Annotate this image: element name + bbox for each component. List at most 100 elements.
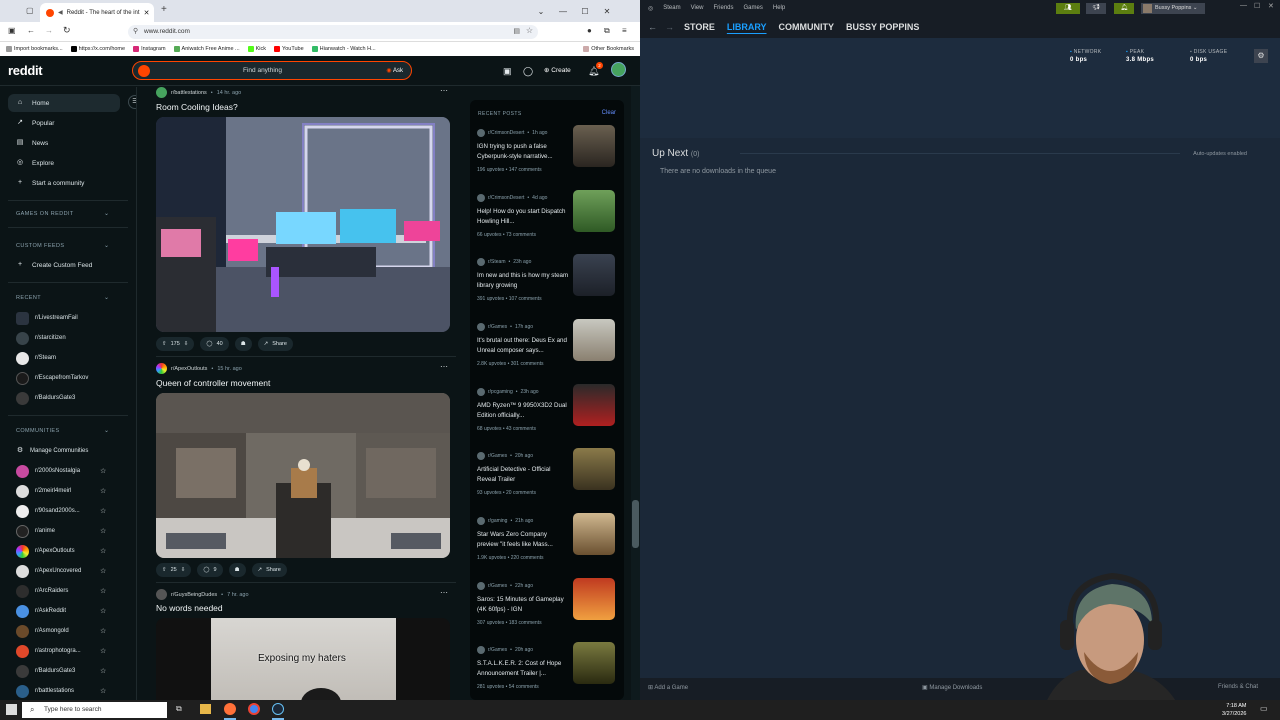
chevron-down-icon[interactable]: ⌄ [530,0,552,22]
chevron-down-icon[interactable]: ⌄ [104,210,109,217]
avatar[interactable] [611,62,626,77]
recent-post-item[interactable]: r/Games • 22h ago Saros: 15 Minutes of Game… [477,578,617,646]
chevron-down-icon[interactable]: ⌄ [104,294,109,301]
sidebar-item-popular[interactable]: ↗ Popular [8,114,120,132]
community-item[interactable]: r/ArcRaiders ☆ [16,583,116,599]
subreddit-avatar[interactable] [156,589,167,600]
settings-gear-icon[interactable]: ⚙ [1254,49,1268,63]
ask-button[interactable]: ◉ Ask [386,67,403,74]
award-button[interactable]: ☗ [228,563,246,577]
close-icon[interactable]: ✕ [1268,2,1274,10]
back-icon[interactable]: ← [648,22,657,32]
star-icon[interactable]: ☆ [100,667,106,675]
star-icon[interactable]: ☆ [100,627,106,635]
recent-header[interactable]: RECENT [16,295,41,301]
maximize-icon[interactable]: ☐ [1254,2,1260,10]
reddit-logo[interactable]: reddit [8,63,43,78]
subreddit-avatar[interactable] [156,363,167,374]
browser-tab[interactable]: ◀ Reddit - The heart of the int ✕ [40,3,154,22]
community-item[interactable]: r/anime ☆ [16,523,116,539]
community-item[interactable]: r/ApexUncovered ☆ [16,563,116,579]
system-clock[interactable]: 7:18 AM 3/27/2026 [1222,702,1246,718]
notification-icon[interactable]: 🔔︎ [1114,3,1134,14]
share-button[interactable]: ↗ Share [251,563,287,577]
menu-view[interactable]: View [691,5,704,11]
star-icon[interactable]: ☆ [100,587,106,595]
recent-post-item[interactable]: r/Games • 20h ago Artificial Detective - Of… [477,448,617,516]
site-info-icon[interactable]: ⚲ [133,27,138,35]
post-image[interactable] [156,117,450,332]
star-icon[interactable]: ☆ [100,507,106,515]
recent-community[interactable]: r/starcitizen [16,330,116,346]
vote-control[interactable]: ⇧ 175 ⇩ [156,337,195,351]
recent-post-item[interactable]: r/gaming • 21h ago Star Wars Zero Company p… [477,513,617,581]
subreddit-link[interactable]: r/GuysBeingDudes [171,592,217,598]
extension-icon[interactable]: ● [587,26,592,35]
scrollbar-thumb[interactable] [632,500,639,548]
extensions-puzzle-icon[interactable]: ⧉ [604,26,610,36]
advertise-icon[interactable]: ▣ [503,66,512,77]
community-item[interactable]: r/AskReddit ☆ [16,603,116,619]
tab-community[interactable]: COMMUNITY [779,22,835,32]
other-bookmarks[interactable]: Other Bookmarks [583,46,640,52]
community-item[interactable]: r/90sand2000s... ☆ [16,503,116,519]
maximize-icon[interactable]: ☐ [574,0,596,22]
recent-post-item[interactable]: r/CrimsonDesert • 4d ago Help! How do you s… [477,190,617,258]
manage-communities[interactable]: ⚙ Manage Communities [16,443,116,459]
community-item[interactable]: r/BaldursGate3 ☆ [16,663,116,679]
sidebar-item-news[interactable]: ▤ News [8,134,120,152]
firefox-icon[interactable] [224,703,236,715]
menu-help[interactable]: Help [773,5,785,11]
minimize-icon[interactable]: — [1240,2,1247,9]
recent-post-item[interactable]: r/Games • 17h ago It's brutal out there: De… [477,319,617,387]
tab-library[interactable]: LIBRARY [727,22,767,32]
search-input[interactable]: Find anything ◉ Ask [132,61,412,80]
star-icon[interactable]: ☆ [100,547,106,555]
share-button[interactable]: ↗ Share [257,337,293,351]
menu-steam[interactable]: Steam [663,5,680,11]
bookmark-item[interactable]: YouTube [274,46,304,52]
page-scrollbar[interactable] [631,86,640,700]
recent-community[interactable]: r/EscapefromTarkov [16,370,116,386]
bookmark-item[interactable]: Import bookmarks... [6,46,63,52]
create-button[interactable]: ⊕ Create [544,66,571,74]
post-video[interactable]: Exposing my haters [156,618,450,700]
sidebar-item-start-community[interactable]: + Start a community [8,174,120,192]
forward-icon[interactable]: → [665,22,674,32]
steam-icon[interactable] [272,703,284,715]
reload-icon[interactable]: ↻ [63,25,71,36]
star-icon[interactable]: ☆ [100,467,106,475]
close-icon[interactable]: ✕ [596,0,618,22]
custom-feeds-header[interactable]: CUSTOM FEEDS [16,243,64,249]
community-item[interactable]: r/battlestations ☆ [16,683,116,699]
add-game-button[interactable]: ⊞ Add a Game [648,684,688,691]
tab-store[interactable]: STORE [684,22,715,32]
chat-icon[interactable]: ◯ [523,66,533,77]
star-icon[interactable]: ☆ [100,607,106,615]
tab-list-icon[interactable]: ▢ [26,6,34,15]
star-icon[interactable]: ☆ [100,687,106,695]
sidebar-toggle-icon[interactable]: ▣ [8,26,16,35]
reader-icon[interactable]: ▤ [513,27,520,35]
community-item[interactable]: r/2000sNostalgia ☆ [16,463,116,479]
recent-post-item[interactable]: r/pcgaming • 23h ago AMD Ryzen™ 9 9950X3D2 … [477,384,617,452]
post-title[interactable]: No words needed [156,603,223,613]
bookmark-star-icon[interactable]: ☆ [526,26,533,35]
taskbar-search-input[interactable]: ⌕ Type here to search [22,702,167,718]
tab-profile[interactable]: BUSSY POPPINS [846,22,919,32]
url-input[interactable]: ⚲ www.reddit.com ▤ ☆ [128,25,538,39]
community-item[interactable]: r/ApexOutlouts ☆ [16,543,116,559]
forward-icon[interactable]: → [45,26,53,35]
bookmark-item[interactable]: Instagram [133,46,166,52]
star-icon[interactable]: ☆ [100,527,106,535]
more-options-icon[interactable]: ⋯ [440,588,448,597]
bookmark-item[interactable]: Hianwatch - Watch H... [311,46,376,52]
chevron-down-icon[interactable]: ⌄ [104,242,109,249]
recent-post-item[interactable]: r/CrimsonDesert • 1h ago IGN trying to push… [477,125,617,193]
bookmark-item[interactable]: Aniwatch Free Anime ... [173,46,240,52]
post-title[interactable]: Queen of controller movement [156,378,270,388]
broadcast-icon[interactable]: 📢︎ [1086,3,1106,14]
games-header[interactable]: GAMES ON REDDIT [16,211,74,217]
collapse-sidebar-button[interactable]: ☰ [128,95,136,109]
community-item[interactable]: r/astrophotogra... ☆ [16,643,116,659]
